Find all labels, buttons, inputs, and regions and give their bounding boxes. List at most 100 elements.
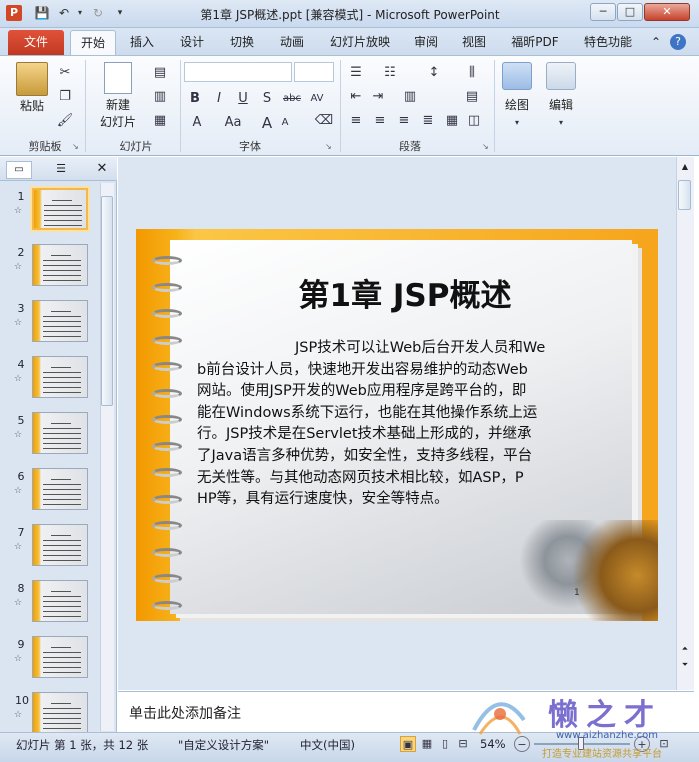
slide-title[interactable]: 第1章 JSP概述 <box>190 270 620 315</box>
tab-slideshow[interactable]: 幻灯片放映 <box>322 30 398 55</box>
close-button[interactable]: ✕ <box>644 3 690 21</box>
slide-thumbnail[interactable] <box>32 580 88 622</box>
slide-thumbnail[interactable] <box>32 356 88 398</box>
clipboard-launcher-icon[interactable]: ↘ <box>72 142 79 151</box>
maximize-button[interactable]: □ <box>617 3 643 21</box>
clear-formatting-icon[interactable]: ⌫ <box>314 112 334 130</box>
previous-slide-icon[interactable]: ⏶ <box>678 644 692 654</box>
slide-scrollbar[interactable] <box>676 157 694 690</box>
align-left-icon[interactable]: ≡ <box>346 112 366 130</box>
align-text-icon[interactable]: ▤ <box>462 88 482 106</box>
slide-thumbnail[interactable] <box>32 636 88 678</box>
tab-home[interactable]: 开始 <box>70 30 116 55</box>
shadow-icon[interactable]: S <box>258 90 276 108</box>
slide-thumbnail[interactable] <box>32 524 88 566</box>
minimize-ribbon-icon[interactable]: ⌃ <box>648 30 664 55</box>
notes-placeholder[interactable]: 单击此处添加备注 <box>129 703 241 723</box>
group-clipboard-label: 剪贴板 <box>28 140 62 153</box>
align-right-icon[interactable]: ≡ <box>394 112 414 130</box>
columns-icon[interactable]: ▥ <box>400 88 420 106</box>
italic-icon[interactable]: I <box>210 90 228 108</box>
grow-font-icon[interactable]: A <box>260 114 274 132</box>
binoculars-icon[interactable] <box>546 62 576 90</box>
tab-outline-icon[interactable]: ☰ <box>48 161 74 179</box>
thumbnail-number: 6 <box>17 470 25 483</box>
bold-icon[interactable]: B <box>186 90 204 108</box>
undo-icon[interactable]: ↶ <box>56 5 72 21</box>
new-slide-button-line2[interactable]: 幻灯片 <box>94 113 142 130</box>
new-slide-button-line1[interactable]: 新建 <box>94 96 142 113</box>
tab-design[interactable]: 设计 <box>172 30 212 55</box>
bullets-icon[interactable]: ☰ <box>346 64 366 82</box>
copy-icon[interactable]: ❐ <box>56 88 74 106</box>
font-color-icon[interactable]: A <box>188 114 206 132</box>
font-size-combo[interactable] <box>294 62 334 82</box>
editing-button[interactable]: 编辑 <box>542 96 580 113</box>
slide-body-text[interactable]: JSP技术可以让Web后台开发人员和We b前台设计人员，快速地开发出容易维护的… <box>197 338 597 511</box>
slide-thumbnail[interactable] <box>32 244 88 286</box>
powerpoint-app-icon[interactable]: P <box>6 5 22 21</box>
tab-review[interactable]: 审阅 <box>406 30 446 55</box>
change-case-icon[interactable]: Aa <box>222 114 244 132</box>
center-icon[interactable]: ≡ <box>370 112 390 130</box>
increase-indent-icon[interactable]: ⇥ <box>368 88 388 106</box>
character-spacing-icon[interactable]: AV <box>306 90 328 108</box>
section-icon[interactable]: ▦ <box>148 112 172 130</box>
minimize-button[interactable]: ─ <box>590 3 616 21</box>
format-painter-icon[interactable]: 🖌 <box>56 112 74 130</box>
strikethrough-icon[interactable]: abc <box>280 90 304 108</box>
scroll-up-icon[interactable]: ▲ <box>678 162 692 171</box>
theme-status[interactable]: "自定义设计方案" <box>178 737 269 753</box>
cut-icon[interactable]: ✂ <box>56 64 74 82</box>
drawing-button[interactable]: 绘图 <box>498 96 536 113</box>
slide-thumbnail[interactable] <box>32 692 88 734</box>
slide-thumbnail[interactable] <box>32 300 88 342</box>
distributed-icon[interactable]: ▦ <box>442 112 462 130</box>
help-icon[interactable]: ? <box>670 34 686 50</box>
paste-button[interactable]: 粘贴 <box>10 97 54 114</box>
normal-view-icon[interactable]: ▣ <box>400 736 416 752</box>
tab-slides-icon[interactable]: ▭ <box>6 161 32 179</box>
shrink-font-icon[interactable]: A <box>278 114 292 132</box>
slide-thumbnail[interactable] <box>32 412 88 454</box>
drawing-dropdown-icon[interactable]: ▾ <box>510 114 524 132</box>
next-slide-icon[interactable]: ⏷ <box>678 660 692 670</box>
smartart-icon[interactable]: ◫ <box>464 112 484 130</box>
undo-dropdown-icon[interactable]: ▾ <box>72 5 88 21</box>
customize-quick-access-icon[interactable]: ▾ <box>112 5 128 21</box>
tab-file[interactable]: 文件 <box>8 30 64 55</box>
slide-thumbnail[interactable] <box>32 468 88 510</box>
tab-view[interactable]: 视图 <box>454 30 494 55</box>
paragraph-launcher-icon[interactable]: ↘ <box>482 142 489 151</box>
slide-scroll-thumb[interactable] <box>678 180 691 210</box>
tab-transitions[interactable]: 切换 <box>222 30 262 55</box>
tab-animations[interactable]: 动画 <box>272 30 312 55</box>
spiral-ring <box>152 335 182 345</box>
language-status[interactable]: 中文(中国) <box>300 737 355 753</box>
line-spacing-icon[interactable]: ↕ <box>424 64 444 82</box>
tab-foxit-pdf[interactable]: 福昕PDF <box>502 30 568 55</box>
body-line: 能在Windows系统下运行，也能在其他操作系统上运 <box>197 404 538 421</box>
decrease-indent-icon[interactable]: ⇤ <box>346 88 366 106</box>
tab-special-features[interactable]: 特色功能 <box>576 30 640 55</box>
numbering-icon[interactable]: ☷ <box>380 64 400 82</box>
reset-icon[interactable]: ▥ <box>148 88 172 106</box>
font-name-combo[interactable] <box>184 62 292 82</box>
font-launcher-icon[interactable]: ↘ <box>325 142 332 151</box>
save-icon[interactable]: 💾 <box>34 5 50 21</box>
text-direction-icon[interactable]: ⫼ <box>462 64 482 82</box>
slide-thumbnail[interactable] <box>32 188 88 230</box>
justify-icon[interactable]: ≣ <box>418 112 438 130</box>
slide-sorter-icon[interactable]: ▦ <box>419 736 435 752</box>
drawing-icon[interactable] <box>502 62 532 90</box>
paste-icon[interactable] <box>16 62 48 96</box>
underline-icon[interactable]: U <box>234 90 252 108</box>
thumbnail-scroll-thumb[interactable] <box>101 196 113 406</box>
close-pane-icon[interactable]: ✕ <box>92 161 112 179</box>
reading-view-icon[interactable]: ▯ <box>437 736 453 752</box>
tab-insert[interactable]: 插入 <box>122 30 162 55</box>
editing-dropdown-icon[interactable]: ▾ <box>554 114 568 132</box>
redo-icon[interactable]: ↻ <box>90 5 106 21</box>
layout-icon[interactable]: ▤ <box>148 64 172 82</box>
new-slide-icon[interactable] <box>104 62 132 94</box>
